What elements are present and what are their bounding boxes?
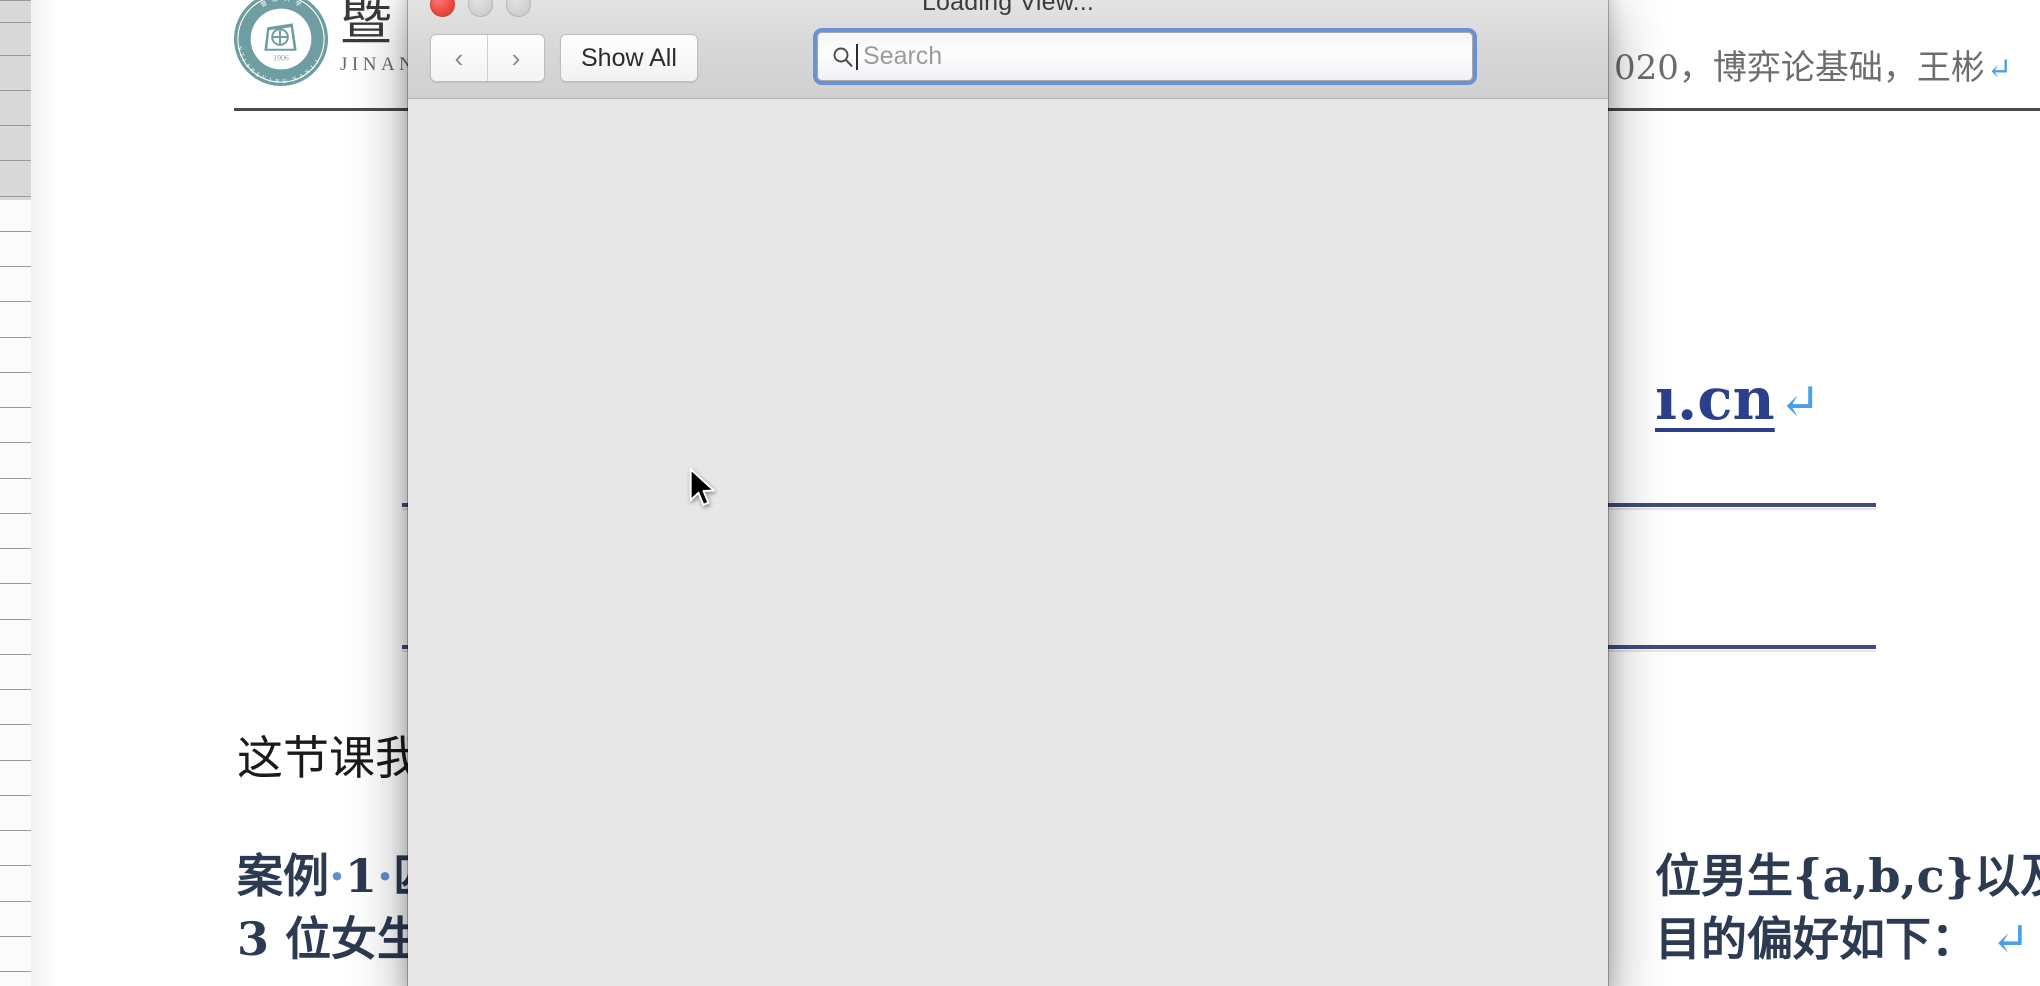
show-all-button[interactable]: Show All bbox=[560, 34, 698, 82]
pilcrow-icon: ↵ bbox=[1778, 373, 1821, 431]
paragraph-case-line2-right-text: 目的偏好如下： bbox=[1655, 912, 1977, 966]
chevron-left-icon: ‹ bbox=[454, 42, 464, 73]
ruler-margin-shade bbox=[0, 0, 31, 200]
email-link[interactable]: ı.cn↵ bbox=[1655, 365, 1821, 433]
header-course-label: 020，博弈论基础，王彬 bbox=[1613, 48, 1985, 88]
window-titlebar[interactable]: Loading View... ‹ › Show All Search bbox=[408, 0, 1608, 99]
paragraph-case-line2-right: 目的偏好如下： ↵ bbox=[1655, 903, 2030, 969]
paragraph-case-line1-right: 位男生{a,b,c}以及 bbox=[1655, 849, 2040, 903]
page-gutter bbox=[31, 0, 59, 986]
back-button[interactable]: ‹ bbox=[431, 35, 487, 81]
window-toolbar: ‹ › Show All Search bbox=[408, 28, 1608, 90]
vertical-ruler[interactable] bbox=[0, 0, 32, 986]
show-all-label: Show All bbox=[581, 43, 677, 72]
window-title: Loading View... bbox=[921, 0, 1095, 16]
pilcrow-icon: ↵ bbox=[1991, 912, 2030, 966]
loading-view-window[interactable]: Loading View... ‹ › Show All Search bbox=[408, 0, 1608, 986]
search-icon bbox=[832, 46, 854, 68]
jinan-university-seal-icon: 1906 J I N A N U N I V E R S I T Y 暨 南 大… bbox=[232, 0, 330, 88]
pilcrow-icon: ↵ bbox=[1986, 52, 2012, 87]
search-placeholder: Search bbox=[863, 42, 943, 70]
svg-text:1906: 1906 bbox=[273, 54, 289, 63]
text-caret bbox=[856, 43, 858, 70]
header-course-text: 020，博弈论基础，王彬↵ bbox=[1614, 40, 2012, 89]
navigation-segmented-control[interactable]: ‹ › bbox=[430, 34, 545, 82]
email-link-text: ı.cn bbox=[1655, 365, 1775, 433]
chevron-right-icon: › bbox=[511, 42, 521, 73]
window-content-area[interactable] bbox=[408, 99, 1608, 986]
forward-button[interactable]: › bbox=[487, 35, 544, 81]
search-field[interactable]: Search bbox=[817, 32, 1473, 81]
screen: 1906 J I N A N U N I V E R S I T Y 暨 南 大… bbox=[0, 0, 2040, 986]
